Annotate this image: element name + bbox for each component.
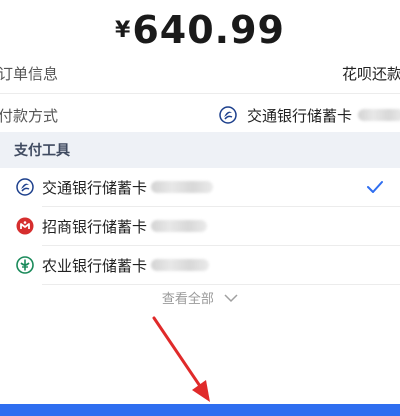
bank-name: 交通银行储蓄卡 [42, 178, 148, 197]
confirm-pay-button[interactable] [0, 404, 400, 416]
bocom-bank-icon [219, 106, 237, 124]
payment-tool-item-cmb[interactable]: 招商银行储蓄卡 [0, 207, 400, 245]
order-info-row: 订单信息 花呗还款 [0, 54, 400, 94]
payment-method-value: 交通银行储蓄卡 [246, 106, 352, 125]
annotation-arrow-icon [152, 316, 210, 402]
payment-tools-panel: 支付工具 交通银行储蓄卡 招商银行储蓄卡 农业银行储蓄卡 查看全部 [0, 132, 400, 314]
masked-card-number [151, 259, 210, 271]
payment-amount: ¥640.99 [0, 8, 400, 52]
divider [42, 284, 400, 285]
currency-symbol: ¥ [115, 18, 131, 43]
abc-bank-icon [16, 256, 34, 274]
payment-tool-item-bocom[interactable]: 交通银行储蓄卡 [0, 168, 400, 206]
bank-name: 农业银行储蓄卡 [42, 256, 148, 275]
masked-card-number [151, 181, 214, 193]
payment-tools-list: 交通银行储蓄卡 招商银行储蓄卡 农业银行储蓄卡 查看全部 [0, 168, 400, 314]
payment-method-row[interactable]: 付款方式 交通银行储蓄卡 [0, 95, 400, 135]
bocom-bank-icon [16, 178, 34, 196]
amount-value: 640.99 [132, 8, 285, 52]
bank-name: 招商银行储蓄卡 [42, 217, 148, 236]
masked-card-number [358, 109, 400, 121]
payment-tools-header: 支付工具 [14, 143, 70, 159]
chevron-down-icon [224, 292, 238, 307]
payment-method-value-group: 交通银行储蓄卡 [219, 105, 400, 126]
cmb-bank-icon [16, 217, 34, 235]
order-info-label: 订单信息 [0, 65, 59, 83]
view-all-label: 查看全部 [161, 292, 214, 307]
payment-method-label: 付款方式 [0, 106, 59, 125]
view-all-button[interactable]: 查看全部 [0, 288, 400, 307]
payment-tool-item-abc[interactable]: 农业银行储蓄卡 [0, 246, 400, 284]
selected-check-icon [366, 178, 384, 196]
order-info-value: 花呗还款 [341, 65, 400, 83]
masked-card-number [151, 220, 208, 232]
